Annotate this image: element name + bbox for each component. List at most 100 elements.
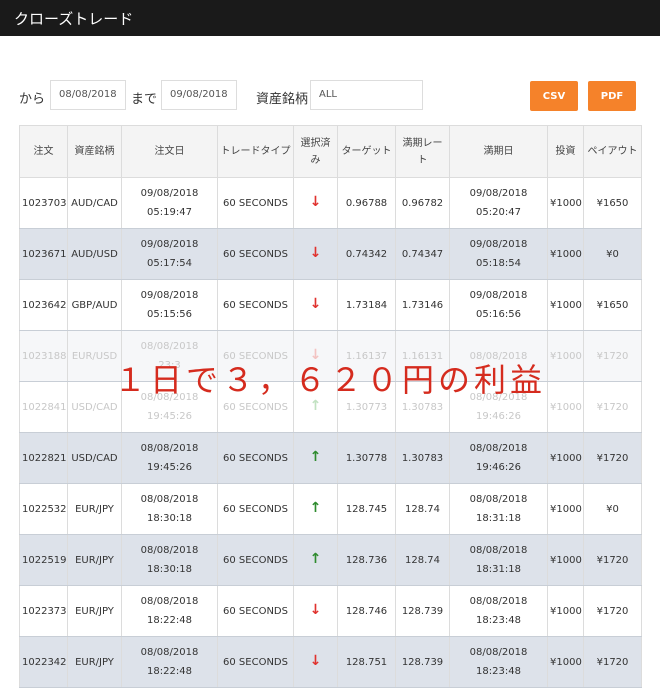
csv-button[interactable]: CSV: [530, 81, 578, 111]
cell-selected: ↑: [293, 483, 338, 535]
investment: ¥1000: [550, 452, 582, 464]
expiry-date: 08/08/2018: [469, 545, 528, 556]
cell-target: 0.96788: [337, 177, 396, 229]
cell-payout: ¥1650: [583, 279, 642, 331]
expiry-time: 19:46:26: [476, 411, 521, 422]
asset-name: USD/CAD: [71, 452, 118, 464]
col-investment[interactable]: 投資: [547, 125, 584, 178]
trade-type: 60 SECONDS: [223, 401, 288, 413]
to-label: まで: [131, 92, 158, 107]
cell-trade-type: 60 SECONDS: [217, 636, 294, 688]
pdf-button[interactable]: PDF: [588, 81, 636, 111]
order-date: 08/08/2018: [140, 647, 199, 658]
expiry-rate: 1.30783: [401, 401, 444, 413]
table-row: 1023642 GBP/AUD 09/08/2018 05:15:56 60 SECON…: [19, 279, 642, 331]
col-trade-type[interactable]: トレードタイプ: [217, 125, 294, 178]
col-payout[interactable]: ペイアウト: [583, 125, 642, 178]
cell-asset: EUR/JPY: [67, 636, 122, 688]
cell-trade-type: 60 SECONDS: [217, 585, 294, 637]
cell-order-date: 08/08/2018 18:30:18: [121, 483, 218, 535]
trade-type: 60 SECONDS: [223, 452, 288, 464]
expiry-rate: 1.30783: [401, 452, 444, 464]
cell-order: 1022821: [19, 432, 68, 484]
cell-asset: AUD/CAD: [67, 177, 122, 229]
order-time: 18:30:18: [147, 513, 192, 524]
page-title: クローズトレード: [14, 10, 134, 28]
table-header-row: 注文 資産銘柄 注文日 トレードタイプ 選択済み ターゲット 満期レート 満期日…: [19, 125, 642, 178]
asset-name: EUR/JPY: [75, 605, 114, 617]
order-date: 08/08/2018: [140, 545, 199, 556]
col-order[interactable]: 注文: [19, 125, 68, 178]
payout: ¥1720: [596, 605, 629, 617]
payout: ¥1720: [596, 452, 629, 464]
cell-trade-type: 60 SECONDS: [217, 177, 294, 229]
cell-payout: ¥1720: [583, 534, 642, 586]
cell-asset: EUR/JPY: [67, 585, 122, 637]
cell-expiry-rate: 128.74: [395, 534, 450, 586]
expiry-rate: 0.74347: [401, 248, 444, 260]
cell-expiry-rate: 1.73146: [395, 279, 450, 331]
order-time: 18:22:48: [147, 615, 192, 626]
order-date: 08/08/2018: [140, 443, 199, 454]
asset-name: EUR/JPY: [75, 656, 114, 668]
cell-order-date: 09/08/2018 05:19:47: [121, 177, 218, 229]
investment: ¥1000: [550, 503, 582, 515]
cell-target: 1.73184: [337, 279, 396, 331]
payout: ¥1720: [596, 554, 629, 566]
cell-expiry-date: 08/08/2018 19:46:26: [449, 432, 548, 484]
cell-order-date: 08/08/2018 18:30:18: [121, 534, 218, 586]
asset-select[interactable]: ALL: [310, 80, 423, 110]
investment: ¥1000: [550, 656, 582, 668]
to-date-input[interactable]: 09/08/2018: [161, 80, 237, 110]
col-asset[interactable]: 資産銘柄: [67, 125, 122, 178]
cell-payout: ¥1720: [583, 585, 642, 637]
trades-table: 注文 資産銘柄 注文日 トレードタイプ 選択済み ターゲット 満期レート 満期日…: [19, 125, 642, 688]
target-rate: 128.751: [345, 656, 388, 668]
from-label: から: [19, 92, 46, 107]
cell-expiry-rate: 128.739: [395, 585, 450, 637]
order-id: 1022841: [22, 401, 67, 413]
cell-expiry-rate: 0.96782: [395, 177, 450, 229]
expiry-time: 18:23:48: [476, 615, 521, 626]
arrow-down-icon: ↓: [309, 296, 322, 312]
payout: ¥1720: [596, 656, 629, 668]
arrow-up-icon: ↑: [309, 449, 322, 465]
cell-order: 1022532: [19, 483, 68, 535]
arrow-down-icon: ↓: [309, 653, 322, 669]
asset-label: 資産銘柄: [256, 92, 309, 107]
cell-target: 128.745: [337, 483, 396, 535]
cell-asset: USD/CAD: [67, 432, 122, 484]
table-row: 1022821 USD/CAD 08/08/2018 19:45:26 60 SECON…: [19, 432, 642, 484]
cell-expiry-date: 09/08/2018 05:18:54: [449, 228, 548, 280]
table-row: 1023703 AUD/CAD 09/08/2018 05:19:47 60 SECON…: [19, 177, 642, 229]
expiry-time: 05:20:47: [476, 207, 521, 218]
cell-trade-type: 60 SECONDS: [217, 279, 294, 331]
order-date: 09/08/2018: [140, 290, 199, 301]
cell-order: 1022519: [19, 534, 68, 586]
asset-name: GBP/AUD: [71, 299, 118, 311]
table-row: 1022342 EUR/JPY 08/08/2018 18:22:48 60 SECON…: [19, 636, 642, 688]
cell-selected: ↓: [293, 279, 338, 331]
expiry-rate: 128.739: [401, 605, 444, 617]
cell-asset: EUR/JPY: [67, 483, 122, 535]
investment: ¥1000: [550, 605, 582, 617]
col-target[interactable]: ターゲット: [337, 125, 396, 178]
arrow-down-icon: ↓: [309, 602, 322, 618]
expiry-time: 18:31:18: [476, 564, 521, 575]
target-rate: 1.73184: [345, 299, 388, 311]
cell-payout: ¥0: [583, 228, 642, 280]
col-expiry-rate[interactable]: 満期レート: [395, 125, 450, 178]
col-selected[interactable]: 選択済み: [293, 125, 338, 178]
table-row: 1022532 EUR/JPY 08/08/2018 18:30:18 60 SECON…: [19, 483, 642, 535]
table-row: 1022373 EUR/JPY 08/08/2018 18:22:48 60 SECON…: [19, 585, 642, 637]
col-expiry-date[interactable]: 満期日: [449, 125, 548, 178]
cell-investment: ¥1000: [547, 636, 584, 688]
cell-order-date: 08/08/2018 18:22:48: [121, 636, 218, 688]
cell-investment: ¥1000: [547, 534, 584, 586]
col-order-date[interactable]: 注文日: [121, 125, 218, 178]
arrow-down-icon: ↓: [309, 245, 322, 261]
top-bar: クローズトレード: [0, 0, 660, 36]
cell-order-date: 09/08/2018 05:15:56: [121, 279, 218, 331]
cell-payout: ¥1650: [583, 177, 642, 229]
from-date-input[interactable]: 08/08/2018: [50, 80, 126, 110]
